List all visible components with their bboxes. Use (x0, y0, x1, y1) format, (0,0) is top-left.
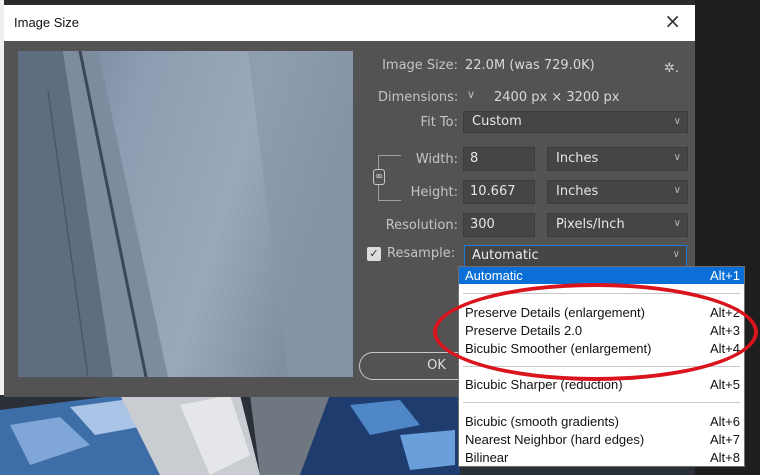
menu-item-shortcut: Alt+3 (710, 323, 740, 338)
width-unit-select[interactable]: Inches ∨ (547, 147, 688, 171)
menu-item-label: Nearest Neighbor (hard edges) (465, 432, 645, 447)
fit-to-select[interactable]: Custom ∨ (463, 111, 688, 133)
menu-item-bicubic[interactable]: Bicubic (smooth gradients) Alt+6 (459, 413, 744, 430)
image-size-value: 22.0M (was 729.0K) (465, 58, 595, 73)
menu-item-label: Preserve Details (enlargement) (465, 305, 645, 320)
height-label: Height: (410, 185, 458, 200)
width-input[interactable]: 8 (463, 147, 535, 171)
menu-item-automatic[interactable]: Automatic Alt+1 (459, 267, 744, 284)
image-preview[interactable] (18, 51, 353, 377)
fit-to-label: Fit To: (420, 115, 458, 130)
menu-item-label: Automatic (465, 268, 523, 283)
menu-item-shortcut: Alt+5 (710, 377, 740, 392)
menu-item-shortcut: Alt+8 (710, 450, 740, 465)
menu-item-bilinear[interactable]: Bilinear Alt+8 (459, 449, 744, 466)
width-label: Width: (415, 152, 458, 167)
resolution-unit-select[interactable]: Pixels/Inch ∨ (547, 213, 688, 237)
close-icon[interactable]: × (664, 11, 681, 31)
link-constrain-icon[interactable]: ∞ (373, 169, 385, 185)
menu-item-bicubic-sharper[interactable]: Bicubic Sharper (reduction) Alt+5 (459, 376, 744, 393)
fit-to-value: Custom (472, 114, 522, 129)
menu-item-label: Preserve Details 2.0 (465, 323, 583, 338)
width-unit-value: Inches (556, 151, 599, 166)
image-size-label: Image Size: (382, 58, 458, 73)
menu-separator (463, 402, 740, 403)
dimensions-value: 2400 px × 3200 px (494, 90, 620, 105)
menu-separator (463, 366, 740, 367)
menu-separator (463, 293, 740, 294)
menu-item-shortcut: Alt+2 (710, 305, 740, 320)
resample-dropdown-menu: Automatic Alt+1 Preserve Details (enlarg… (458, 266, 745, 467)
menu-item-nearest-neighbor[interactable]: Nearest Neighbor (hard edges) Alt+7 (459, 431, 744, 448)
menu-item-label: Bicubic Smoother (enlargement) (465, 341, 652, 356)
height-unit-value: Inches (556, 184, 599, 199)
dialog-titlebar: Image Size × (4, 5, 695, 41)
menu-item-label: Bilinear (465, 450, 509, 465)
resolution-label: Resolution: (385, 218, 458, 233)
gear-icon[interactable]: ✲. (664, 61, 679, 76)
dimensions-chevron-icon[interactable]: ∨ (467, 88, 475, 101)
resample-select[interactable]: Automatic ∨ (464, 245, 687, 267)
checkmark-icon: ✓ (369, 247, 379, 260)
resolution-unit-value: Pixels/Inch (556, 217, 625, 232)
menu-item-label: Bicubic Sharper (reduction) (465, 377, 623, 392)
resolution-input[interactable]: 300 (463, 213, 535, 237)
menu-item-shortcut: Alt+4 (710, 341, 740, 356)
chevron-down-icon: ∨ (673, 152, 681, 163)
menu-item-preserve-details[interactable]: Preserve Details (enlargement) Alt+2 (459, 304, 744, 321)
menu-item-label: Bicubic (smooth gradients) (465, 414, 619, 429)
menu-item-bicubic-smoother[interactable]: Bicubic Smoother (enlargement) Alt+4 (459, 340, 744, 357)
menu-item-shortcut: Alt+7 (710, 432, 740, 447)
dialog-title: Image Size (14, 15, 80, 30)
height-input[interactable]: 10.667 (463, 180, 535, 204)
menu-item-shortcut: Alt+6 (710, 414, 740, 429)
resample-label: Resample: (387, 246, 456, 261)
menu-item-preserve-details-2[interactable]: Preserve Details 2.0 Alt+3 (459, 322, 744, 339)
chevron-down-icon: ∨ (673, 218, 681, 229)
chevron-down-icon: ∨ (673, 185, 681, 196)
resample-checkbox[interactable]: ✓ (367, 247, 381, 261)
menu-item-shortcut: Alt+1 (710, 268, 740, 283)
resample-value: Automatic (472, 248, 539, 263)
height-unit-select[interactable]: Inches ∨ (547, 180, 688, 204)
chevron-down-icon: ∨ (673, 116, 681, 127)
dimensions-label: Dimensions: (378, 90, 459, 105)
chevron-down-icon: ∨ (672, 249, 680, 260)
